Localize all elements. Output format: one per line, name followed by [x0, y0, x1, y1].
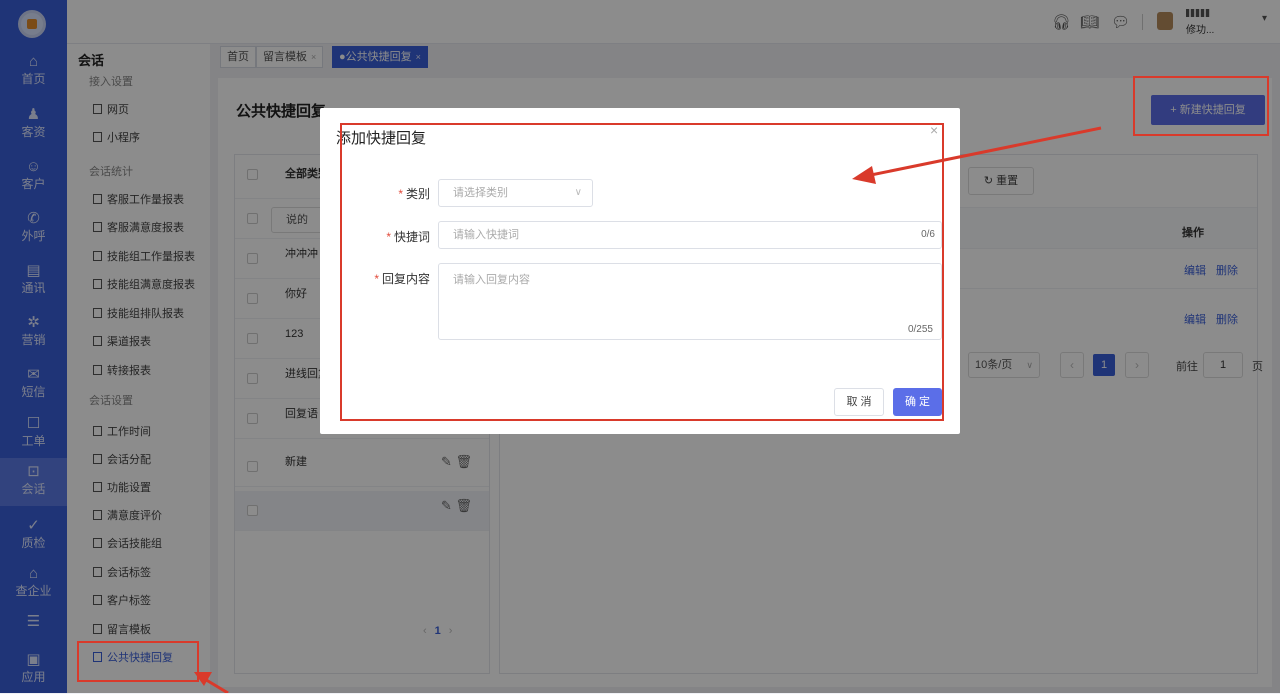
annotation-arrow-head [852, 166, 876, 184]
annotation-arrow-line [865, 126, 1102, 178]
annotation-arrows [194, 126, 1102, 693]
annotation-arrow-head [194, 672, 212, 686]
